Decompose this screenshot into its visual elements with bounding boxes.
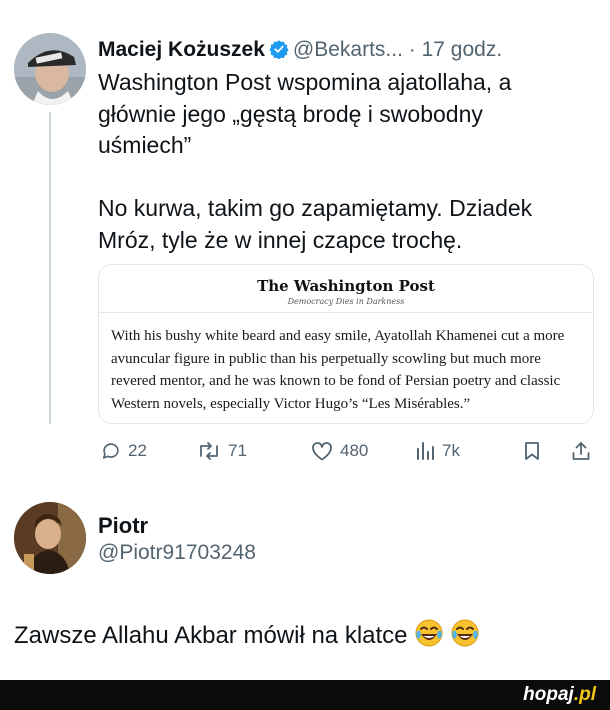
thread-connector <box>49 112 51 424</box>
brand-tld: .pl <box>573 684 596 705</box>
repost-button[interactable]: 71 <box>196 436 247 466</box>
repost-icon <box>196 440 222 462</box>
reply-author-avatar[interactable] <box>14 502 86 574</box>
article-excerpt: With his bushy white beard and easy smil… <box>111 328 565 412</box>
views-count: 7k <box>442 441 460 460</box>
reply-count: 22 <box>128 441 147 460</box>
share-button[interactable] <box>570 436 592 466</box>
reply-icon <box>100 440 122 462</box>
washington-post-slogan: Democracy Dies in Darkness <box>287 297 405 306</box>
like-button[interactable]: 480 <box>310 436 368 466</box>
quoted-article-card[interactable]: The Washington Post Democracy Dies in Da… <box>98 264 594 424</box>
like-count: 480 <box>340 441 369 460</box>
reply-button[interactable]: 22 <box>100 436 147 466</box>
tweet-action-bar: 22 71 480 7k <box>98 436 598 466</box>
reply-text: Zawsze Allahu Akbar mówił na klatce <box>14 622 408 649</box>
views-icon <box>414 440 436 462</box>
views-button[interactable]: 7k <box>414 436 460 466</box>
share-icon <box>570 440 592 462</box>
like-icon <box>310 440 334 462</box>
author-name[interactable]: Maciej Kożuszek <box>98 38 265 61</box>
tears-of-joy-emoji <box>414 618 444 655</box>
reply-author-name[interactable]: Piotr <box>98 513 148 539</box>
author-handle[interactable]: @Bekarts... <box>293 38 403 61</box>
brand-name: hopaj <box>523 684 574 705</box>
author-avatar[interactable] <box>14 33 86 105</box>
tears-of-joy-emoji <box>450 618 480 655</box>
site-watermark: hopaj.pl <box>523 684 596 706</box>
site-footer: hopaj.pl <box>0 680 610 710</box>
card-divider <box>99 312 593 313</box>
washington-post-logo: The Washington Post <box>257 277 435 295</box>
bookmark-button[interactable] <box>522 436 542 466</box>
tweet-timestamp[interactable]: 17 godz. <box>422 38 503 61</box>
repost-count: 71 <box>228 441 247 460</box>
reply-text-line: Zawsze Allahu Akbar mówił na klatce <box>14 618 480 655</box>
verified-badge-icon <box>269 39 289 66</box>
bookmark-icon <box>522 440 542 462</box>
tweet-header: Maciej Kożuszek @Bekarts... · 17 godz. <box>98 37 502 66</box>
tweet-text: Washington Post wspomina ajatollaha, a g… <box>98 69 533 253</box>
reply-author-handle[interactable]: @Piotr91703248 <box>98 541 256 565</box>
header-separator: · <box>408 38 416 61</box>
